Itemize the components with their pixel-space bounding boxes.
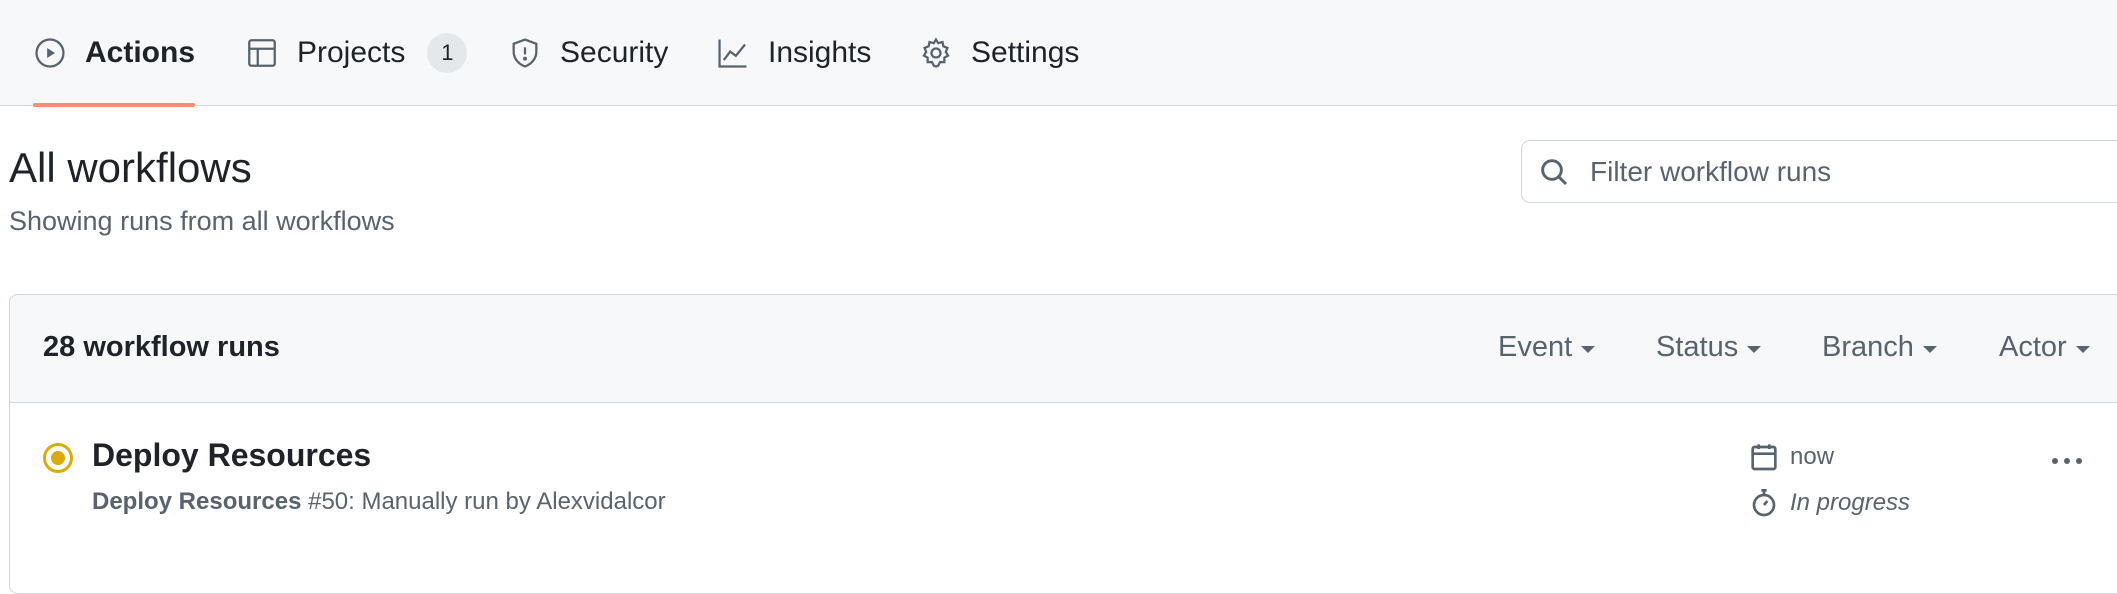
workflow-runs-header: 28 workflow runs Event Status Branch Act… — [10, 295, 2117, 403]
in-progress-status-icon — [43, 443, 73, 473]
tab-settings[interactable]: Settings — [919, 0, 1079, 106]
tab-security-label: Security — [560, 36, 669, 69]
kebab-dot — [2076, 458, 2082, 464]
calendar-icon — [1751, 444, 1777, 471]
tab-security[interactable]: Security — [508, 0, 668, 106]
run-duration-label: In progress — [1790, 489, 1911, 516]
run-meta: Deploy Resources #50: Manually run by Al… — [92, 488, 666, 516]
status-filter-label: Status — [1656, 331, 1739, 363]
tab-insights-label: Insights — [768, 36, 872, 69]
event-filter-label: Event — [1498, 331, 1573, 363]
kebab-dot — [2052, 458, 2058, 464]
filter-workflow-runs-input[interactable] — [1588, 154, 2092, 189]
tab-actions-label: Actions — [85, 36, 196, 69]
actor-filter-label: Actor — [1999, 331, 2067, 363]
run-time-label: now — [1790, 443, 1835, 470]
graph-icon — [718, 39, 747, 68]
workflow-runs-count: 28 workflow runs — [43, 331, 280, 363]
branch-filter-dropdown[interactable]: Branch — [1822, 331, 1937, 364]
projects-counter-badge: 1 — [427, 33, 468, 73]
tab-projects-label: Projects — [297, 36, 406, 69]
gear-icon — [922, 37, 950, 68]
tab-actions[interactable]: Actions — [33, 0, 196, 107]
table-icon — [248, 39, 276, 67]
run-workflow-name[interactable]: Deploy Resources — [92, 488, 301, 515]
run-detail: #50: Manually run by Alexvidalcor — [301, 488, 666, 515]
branch-filter-label: Branch — [1822, 331, 1914, 363]
run-title-link[interactable]: Deploy Resources — [92, 437, 371, 474]
stopwatch-icon — [1752, 489, 1776, 517]
run-duration: In progress — [1748, 487, 1910, 519]
caret-down-icon — [1747, 345, 1762, 353]
tab-settings-label: Settings — [971, 36, 1080, 69]
page-subtitle: Showing runs from all workflows — [9, 206, 395, 236]
event-filter-dropdown[interactable]: Event — [1498, 331, 1596, 364]
filter-workflow-runs-box[interactable] — [1521, 140, 2117, 203]
caret-down-icon — [1922, 345, 1937, 353]
run-options-kebab-button[interactable] — [2052, 451, 2092, 471]
page-title: All workflows — [9, 144, 252, 191]
search-icon — [1541, 158, 1568, 185]
tab-insights[interactable]: Insights — [716, 0, 871, 106]
status-filter-dropdown[interactable]: Status — [1656, 331, 1762, 364]
caret-down-icon — [1581, 345, 1596, 353]
play-icon — [35, 38, 65, 68]
actor-filter-dropdown[interactable]: Actor — [1999, 331, 2090, 364]
shield-icon — [512, 38, 538, 68]
run-time: now — [1748, 441, 1834, 473]
repo-nav-tabs: Actions Projects 1 Security Insights Set… — [0, 0, 2117, 107]
workflow-runs-panel: 28 workflow runs Event Status Branch Act… — [9, 294, 2117, 594]
workflow-run-row: Deploy Resources Deploy Resources #50: M… — [10, 403, 2117, 593]
tab-projects[interactable]: Projects 1 — [245, 0, 468, 106]
caret-down-icon — [2075, 345, 2090, 353]
active-tab-underline — [33, 103, 196, 107]
kebab-dot — [2064, 458, 2070, 464]
